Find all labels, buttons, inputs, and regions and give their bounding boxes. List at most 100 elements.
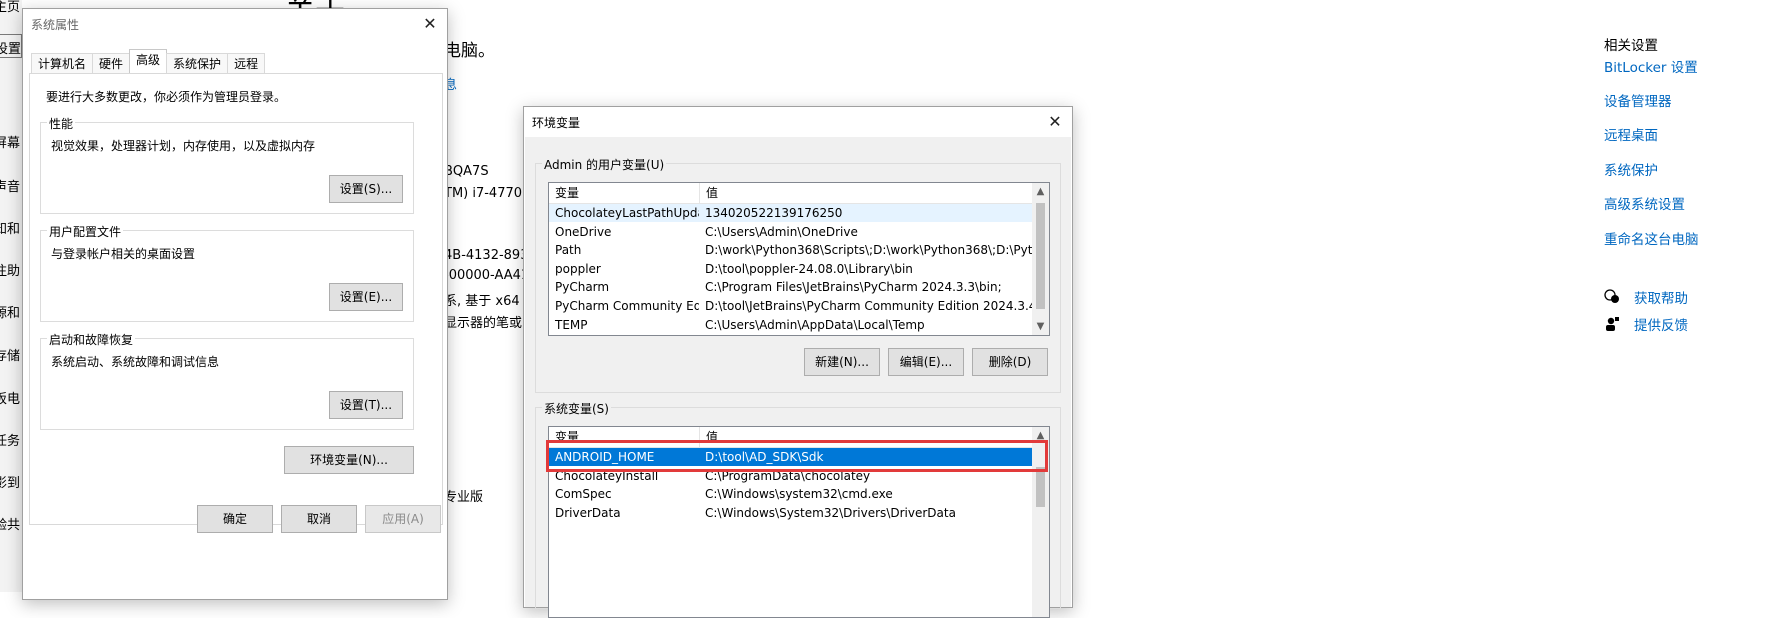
scroll-up-icon[interactable]: ▲ [1032,183,1049,200]
variable-name: ChocolateyLastPathUpdate [555,206,699,220]
settings-nav-item[interactable]: 电源和 [0,302,20,321]
variable-name: poppler [555,261,601,276]
tab-hardware[interactable]: 硬件 [92,53,131,74]
variable-row[interactable]: PyCharm C:\Program Files\JetBrains\PyChar… [549,278,1032,296]
selection-highlight-annotation [546,440,1048,472]
settings-nav-item[interactable]: 平板电 [0,388,20,407]
variable-value: C:\Program Files\JetBrains\PyCharm 2024.… [705,280,1002,295]
variable-row[interactable]: poppler D:\tool\poppler-24.08.0\Library\b… [549,260,1032,278]
user-profiles-label: 用户配置文件 [47,223,124,240]
performance-desc: 视觉效果，处理器计划，内存使用，以及虚拟内存 [51,139,316,153]
user-delete-button[interactable]: 删除(D) [972,348,1048,376]
system-properties-dialog: 系统属性 ✕ 计算机名 硬件 高级 系统保护 远程 要进行大多数更改，你必须作为… [22,8,448,600]
user-edit-button[interactable]: 编辑(E)... [888,348,964,376]
related-settings-heading: 相关设置 [1604,38,1658,54]
advanced-tab-page: 要进行大多数更改，你必须作为管理员登录。 性能 视觉效果，处理器计划，内存使用，… [29,73,443,525]
settings-nav-item[interactable]: 通知和 [0,218,20,237]
about-description-fragment: 电脑。 [444,41,495,61]
advanced-system-settings-link[interactable]: 高级系统设置 [1604,193,1685,213]
environment-variables-button[interactable]: 环境变量(N)... [284,446,414,474]
column-value[interactable]: 值 [700,183,1032,203]
feedback-row[interactable]: 提供反馈 [1604,314,1688,334]
variable-name: ComSpec [555,487,612,502]
user-variables-group: Admin 的用户变量(U) 变量 值 ChocolateyLastPathUp… [535,156,1061,393]
user-variables-list[interactable]: 变量 值 ChocolateyLastPathUpdate 13402052213… [548,182,1050,336]
startup-recovery-settings-button[interactable]: 设置(T)... [329,391,403,419]
settings-nav-item[interactable]: 存储 [0,345,20,364]
device-manager-link[interactable]: 设备管理器 [1604,90,1672,110]
performance-settings-button[interactable]: 设置(S)... [329,175,403,203]
variable-row[interactable]: TEMP C:\Users\Admin\AppData\Local\Temp [549,316,1032,334]
rename-pc-link[interactable]: 重命名这台电脑 [1604,228,1699,248]
variable-name: TEMP [555,317,588,332]
remote-desktop-link[interactable]: 远程桌面 [1604,124,1658,144]
variable-row[interactable]: PyCharm Community Editi... D:\tool\JetBra… [549,297,1032,315]
tab-remote[interactable]: 远程 [227,53,266,74]
spec-fragment: 专业版 [444,490,484,505]
variable-row[interactable]: DriverData C:\Windows\System32\Drivers\Dr… [549,504,1032,522]
settings-search-box[interactable] [0,34,22,58]
ok-button[interactable]: 确定 [197,505,273,533]
tab-strip: 计算机名 硬件 高级 系统保护 远程 [31,49,266,74]
variable-row[interactable]: ComSpec C:\Windows\system32\cmd.exe [549,485,1032,503]
scroll-thumb[interactable] [1036,203,1045,309]
startup-recovery-group: 启动和故障恢复 系统启动、系统故障和调试信息 设置(T)... [40,331,414,430]
settings-nav-item[interactable]: 投影到 [0,472,20,491]
system-variables-label: 系统变量(S) [542,400,611,417]
close-icon[interactable]: ✕ [419,13,441,35]
variable-name: DriverData [555,505,621,520]
settings-nav-item[interactable]: 多任务 [0,430,20,449]
get-help-link[interactable]: 获取帮助 [1634,287,1688,307]
spec-fragment: BQA7S [444,164,489,179]
user-list-header: 变量 值 [549,183,1032,204]
bitlocker-link[interactable]: BitLocker 设置 [1604,56,1698,76]
system-properties-titlebar: 系统属性 [23,9,447,39]
user-variables-label: Admin 的用户变量(U) [542,156,667,173]
scroll-thumb[interactable] [1036,467,1045,507]
variable-value: D:\tool\poppler-24.08.0\Library\bin [705,261,913,276]
environment-variables-dialog: 环境变量 ✕ Admin 的用户变量(U) 变量 值 ChocolateyLas… [523,106,1073,618]
user-profiles-settings-button[interactable]: 设置(E)... [329,283,403,311]
feedback-link[interactable]: 提供反馈 [1634,314,1688,334]
admin-note: 要进行大多数更改，你必须作为管理员登录。 [46,90,287,104]
user-new-button[interactable]: 新建(N)... [804,348,880,376]
env-dialog-body: Admin 的用户变量(U) 变量 值 ChocolateyLastPathUp… [525,137,1071,618]
variable-name: PyCharm Community Editi... [555,299,699,313]
apply-button[interactable]: 应用(A) [365,505,441,533]
variable-value: C:\Users\Admin\OneDrive [705,224,858,239]
help-chat-icon [1604,289,1620,305]
performance-group: 性能 视觉效果，处理器计划，内存使用，以及虚拟内存 设置(S)... [40,115,414,214]
settings-nav-item[interactable]: 屏幕 [0,132,20,151]
tab-computer-name[interactable]: 计算机名 [31,53,94,74]
settings-nav-item[interactable]: 体验共 [0,514,20,533]
variable-row[interactable]: Path D:\work\Python368\Scripts\;D:\work\P… [549,241,1032,259]
variable-value: 134020522139176250 [705,206,843,220]
user-profiles-group: 用户配置文件 与登录帐户相关的桌面设置 设置(E)... [40,223,414,322]
feedback-person-icon [1604,316,1620,332]
column-variable[interactable]: 变量 [549,183,700,203]
cancel-button[interactable]: 取消 [281,505,357,533]
system-protection-link[interactable]: 系统保护 [1604,159,1658,179]
variable-value: D:\work\Python368\Scripts\;D:\work\Pytho… [705,243,1032,258]
variable-row[interactable]: OneDrive C:\Users\Admin\OneDrive [549,223,1032,241]
variable-name: Path [555,243,582,258]
settings-nav-strip [0,0,22,592]
variable-name: OneDrive [555,224,612,239]
close-icon[interactable]: ✕ [1044,111,1066,133]
scroll-down-icon[interactable]: ▼ [1032,318,1049,335]
settings-nav-item[interactable]: 声音 [0,176,20,195]
variable-row[interactable]: ChocolateyLastPathUpdate 1340205221391762… [549,204,1032,222]
env-titlebar: 环境变量 [524,107,1072,137]
variable-value: C:\Users\Admin\AppData\Local\Temp [705,317,925,332]
performance-label: 性能 [47,115,76,132]
settings-nav-item[interactable]: 主页 [0,0,20,15]
user-list-scrollbar[interactable]: ▲ ▼ [1032,183,1049,335]
tab-advanced[interactable]: 高级 [129,49,168,74]
variable-value: C:\Windows\system32\cmd.exe [705,487,893,502]
user-profiles-desc: 与登录帐户相关的桌面设置 [51,247,196,261]
startup-recovery-desc: 系统启动、系统故障和调试信息 [51,355,220,369]
settings-nav-item[interactable]: 专注助 [0,260,20,279]
tab-system-protection[interactable]: 系统保护 [166,53,229,74]
spec-fragment: 显示器的笔或 [444,316,523,331]
get-help-row[interactable]: 获取帮助 [1604,287,1688,307]
